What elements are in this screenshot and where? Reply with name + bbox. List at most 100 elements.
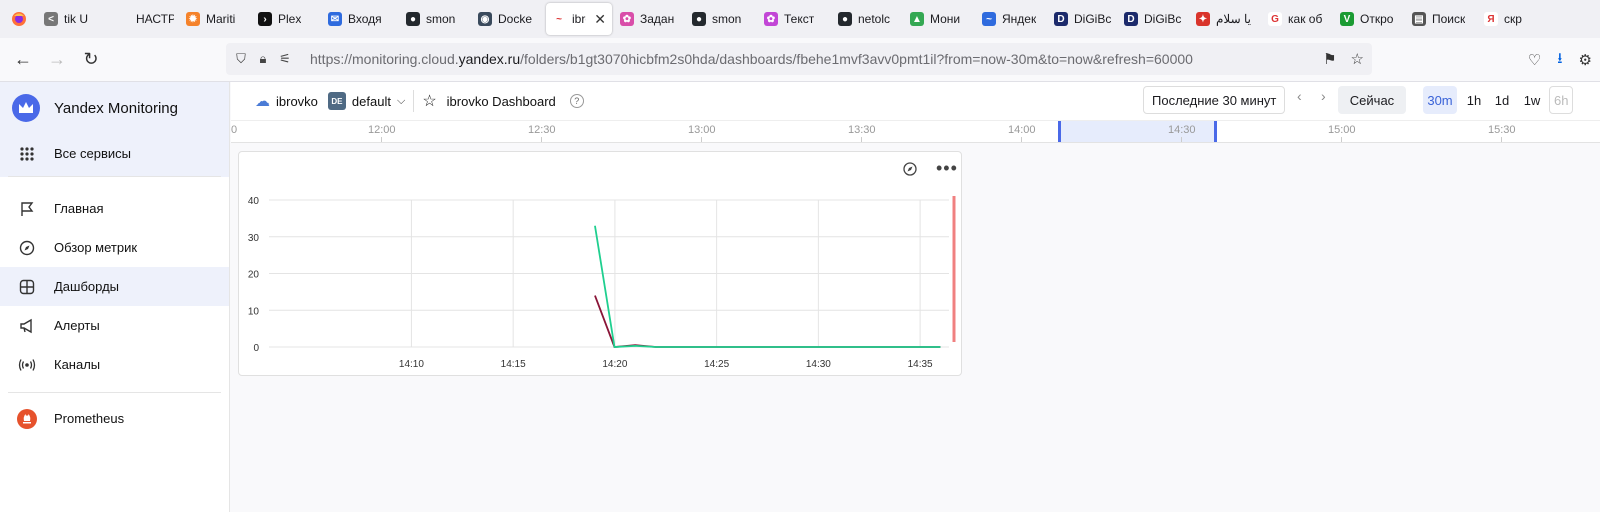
sidebar-item-label: Главная bbox=[54, 201, 104, 216]
browser-tab[interactable]: ✿ Текст bbox=[758, 0, 832, 38]
tab-title: Текст bbox=[784, 12, 815, 26]
browser-tab[interactable]: Gкак об bbox=[1262, 0, 1334, 38]
timeline-handle-left[interactable] bbox=[1058, 121, 1061, 142]
timeline-handle-right[interactable] bbox=[1214, 121, 1217, 142]
brand[interactable]: Yandex Monitoring bbox=[0, 82, 229, 134]
back-arrow-icon[interactable]: ← bbox=[6, 43, 40, 77]
browser-tabstrip: < tik U НАСТРОЙ ✹ Mariti › Plex ✉ Входя ● smon ◉ Doc… bbox=[0, 0, 1600, 38]
tab-favicon-icon: ✹ bbox=[186, 12, 200, 26]
sidebar-item-label: Каналы bbox=[54, 357, 101, 372]
ruler-tick bbox=[1181, 137, 1182, 142]
zoom-6h[interactable]: 6h bbox=[1549, 86, 1573, 114]
browser-tab[interactable]: ● netolc bbox=[832, 0, 904, 38]
all-services-button[interactable]: Все сервисы bbox=[0, 134, 229, 173]
now-button[interactable]: Сейчас bbox=[1338, 86, 1406, 114]
sidebar-item-compass[interactable]: Обзор метрик bbox=[0, 228, 229, 267]
browser-tab[interactable]: D DiGiBc bbox=[1118, 0, 1190, 38]
browser-tab[interactable]: ● smon bbox=[400, 0, 472, 38]
x-tick-label: 14:10 bbox=[399, 359, 424, 370]
browser-tab[interactable]: ✦ يا سلام bbox=[1190, 0, 1262, 38]
close-tab-icon[interactable]: ✕ bbox=[594, 11, 606, 28]
cloud-selector[interactable]: ☁ ibrovko bbox=[255, 92, 318, 110]
dashboard-header: ☁ ibrovko DE default ⌵ ☆ ibrovko Dashboa… bbox=[231, 82, 1600, 120]
browser-tab[interactable]: ▤ Поиск bbox=[1406, 0, 1478, 38]
browser-tab[interactable]: НАСТРОЙ bbox=[110, 0, 180, 38]
browser-tab[interactable]: ~ ibro ✕ bbox=[546, 3, 612, 35]
cloud-icon: ☁ bbox=[255, 93, 270, 110]
lock-icon[interactable]: 🔒︎ bbox=[252, 43, 274, 75]
browser-tab[interactable]: < tik U bbox=[38, 0, 110, 38]
url-text[interactable]: https://monitoring.cloud.yandex.ru/folde… bbox=[310, 51, 1193, 67]
series-line bbox=[594, 295, 941, 348]
flag-icon bbox=[16, 201, 38, 217]
tab-title: Мони bbox=[930, 12, 961, 26]
translate-icon[interactable]: ⚑ bbox=[1323, 50, 1336, 68]
reload-icon[interactable]: ↻ bbox=[74, 43, 108, 77]
tab-title: ibro bbox=[572, 12, 586, 26]
url-bar[interactable]: ⛉ 🔒︎ ⚟ https://monitoring.cloud.yandex.r… bbox=[226, 43, 1372, 75]
sidebar-item-broadcast[interactable]: Каналы bbox=[0, 345, 229, 384]
tab-favicon-icon: ✉ bbox=[328, 12, 342, 26]
browser-tab[interactable]: ✹ Mariti bbox=[180, 0, 252, 38]
tab-title: Задан bbox=[640, 12, 675, 26]
shield-icon[interactable]: ⛉ bbox=[230, 43, 252, 75]
megaphone-icon bbox=[16, 318, 38, 334]
grid-icon bbox=[16, 146, 38, 161]
browser-tab[interactable]: ◉ Docke bbox=[472, 0, 544, 38]
ruler-label: 0 bbox=[231, 124, 238, 136]
tab-favicon-icon bbox=[116, 12, 130, 26]
ruler-tick bbox=[861, 137, 862, 142]
browser-tab[interactable]: Яскр bbox=[1478, 0, 1528, 38]
star-icon[interactable]: ☆ bbox=[422, 91, 436, 111]
dashboard-title-area: ☆ ibrovko Dashboard ? bbox=[422, 91, 584, 111]
compass-icon bbox=[16, 240, 38, 256]
firefox-icon[interactable] bbox=[0, 0, 38, 38]
browser-tab[interactable]: ~ Яндек bbox=[976, 0, 1048, 38]
y-tick-label: 40 bbox=[248, 196, 260, 207]
sidebar-item-megaphone[interactable]: Алерты bbox=[0, 306, 229, 345]
zoom-1d[interactable]: 1d bbox=[1485, 86, 1519, 114]
line-chart[interactable]: 0 10 20 30 40 14:10 14:15 14:20 14:25 14:30 14:35 bbox=[239, 152, 963, 377]
tab-favicon-icon: ● bbox=[838, 12, 852, 26]
tab-title: скр bbox=[1504, 12, 1522, 26]
tab-favicon-icon: ▲ bbox=[910, 12, 924, 26]
permissions-icon[interactable]: ⚟ bbox=[274, 43, 296, 75]
tab-favicon-icon: ▤ bbox=[1412, 12, 1426, 26]
tab-favicon-icon: ✦ bbox=[1196, 12, 1210, 26]
browser-tab[interactable]: ▲ Мони bbox=[904, 0, 976, 38]
zoom-30m[interactable]: 30m bbox=[1423, 86, 1457, 114]
browser-tab[interactable]: ✉ Входя bbox=[322, 0, 400, 38]
browser-tab[interactable]: ✿ Задан bbox=[614, 0, 686, 38]
tab-favicon-icon: ◉ bbox=[478, 12, 492, 26]
chevron-left-icon[interactable]: ‹ bbox=[1297, 88, 1302, 104]
browser-tab[interactable]: V Откро bbox=[1334, 0, 1406, 38]
browser-tab[interactable]: › Plex bbox=[252, 0, 322, 38]
timeline-ruler[interactable]: 0 12:00 12:30 13:00 13:30 14:00 14:30 15:00 15:… bbox=[231, 120, 1600, 143]
ruler-tick bbox=[1021, 137, 1022, 142]
ruler-tick bbox=[1501, 137, 1502, 142]
sidebar-item-dashboard[interactable]: Дашборды bbox=[0, 267, 229, 306]
x-tick-label: 14:15 bbox=[501, 359, 526, 370]
ruler-label: 15:30 bbox=[1488, 124, 1516, 136]
browser-tab[interactable]: D DiGiBc bbox=[1048, 0, 1118, 38]
tab-favicon-icon: D bbox=[1054, 12, 1068, 26]
sidebar-item-prometheus[interactable]: Prometheus bbox=[0, 399, 229, 438]
forward-arrow-icon[interactable]: → bbox=[40, 43, 74, 77]
sidebar-item-flag[interactable]: Главная bbox=[0, 189, 229, 228]
zoom-1w[interactable]: 1w bbox=[1515, 86, 1549, 114]
folder-selector[interactable]: DE default ⌵ bbox=[327, 92, 405, 110]
bookmark-star-icon[interactable]: ☆ bbox=[1351, 50, 1364, 68]
x-tick-label: 14:20 bbox=[602, 359, 627, 370]
y-tick-label: 10 bbox=[248, 306, 260, 317]
chevron-right-icon[interactable]: › bbox=[1321, 88, 1326, 104]
extensions-icon[interactable]: ⚙ bbox=[1579, 51, 1592, 69]
ruler-label: 12:30 bbox=[528, 124, 556, 136]
pocket-icon[interactable]: ♡ bbox=[1528, 51, 1541, 69]
browser-tab[interactable]: ● smon bbox=[686, 0, 758, 38]
time-range-button[interactable]: Последние 30 минут bbox=[1143, 86, 1286, 114]
help-icon[interactable]: ? bbox=[569, 94, 584, 108]
x-tick-label: 14:30 bbox=[806, 359, 831, 370]
download-icon[interactable]: ⭳ bbox=[1557, 48, 1562, 73]
ruler-label: 13:00 bbox=[688, 124, 716, 136]
ruler-label: 14:00 bbox=[1008, 124, 1036, 136]
